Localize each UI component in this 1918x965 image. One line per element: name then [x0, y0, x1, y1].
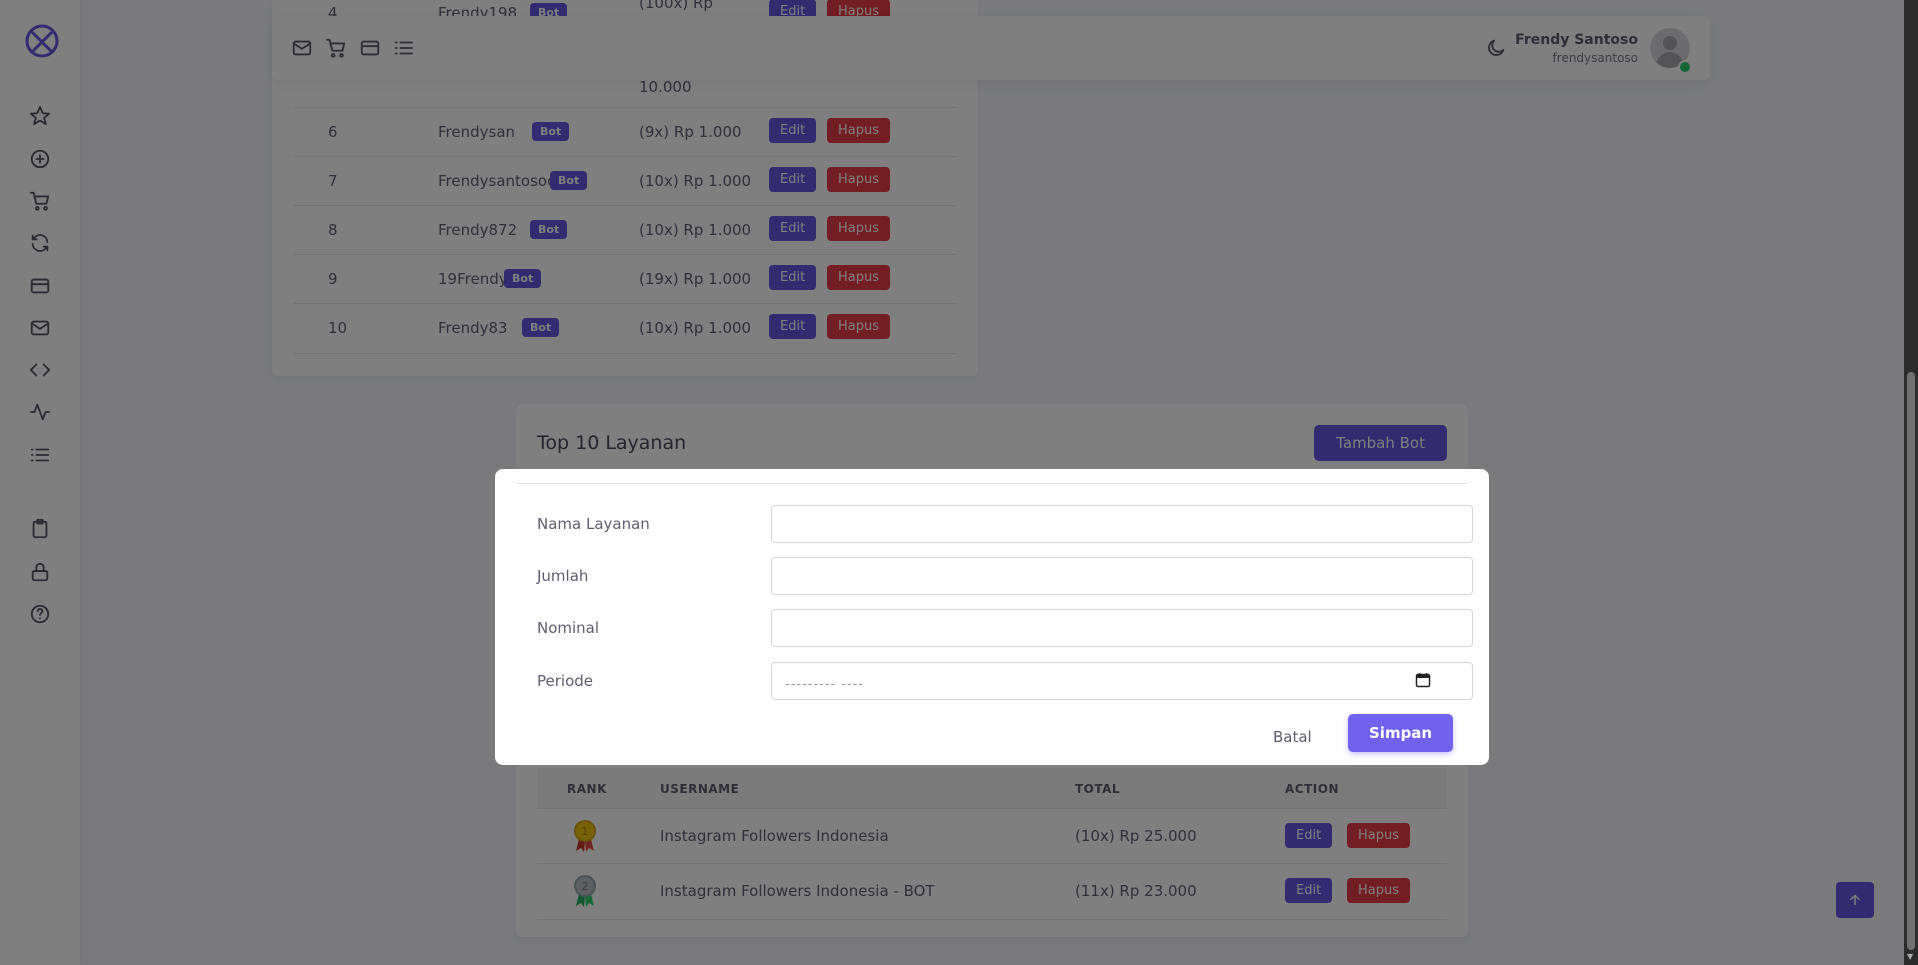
period-date-value: --------- ---- — [785, 677, 865, 692]
nominal-label: Nominal — [537, 619, 600, 637]
calendar-icon[interactable] — [1415, 672, 1431, 688]
period-date-input[interactable] — [771, 662, 1473, 700]
service-name-input[interactable] — [771, 505, 1473, 543]
cancel-button[interactable]: Batal — [1265, 724, 1320, 750]
page-scrollbar[interactable]: ▼ — [1904, 0, 1918, 965]
scroll-down-arrow[interactable]: ▼ — [1907, 952, 1915, 961]
quantity-label: Jumlah — [537, 567, 589, 585]
period-label: Periode — [537, 672, 594, 690]
nominal-input[interactable] — [771, 609, 1473, 647]
save-button[interactable]: Simpan — [1348, 714, 1454, 752]
quantity-input[interactable] — [771, 557, 1473, 595]
service-name-label: Nama Layanan — [537, 515, 650, 533]
add-service-modal: Nama Layanan Jumlah Nominal Periode ----… — [495, 469, 1489, 765]
scrollbar-thumb[interactable] — [1907, 372, 1915, 950]
modal-divider — [516, 483, 1468, 484]
